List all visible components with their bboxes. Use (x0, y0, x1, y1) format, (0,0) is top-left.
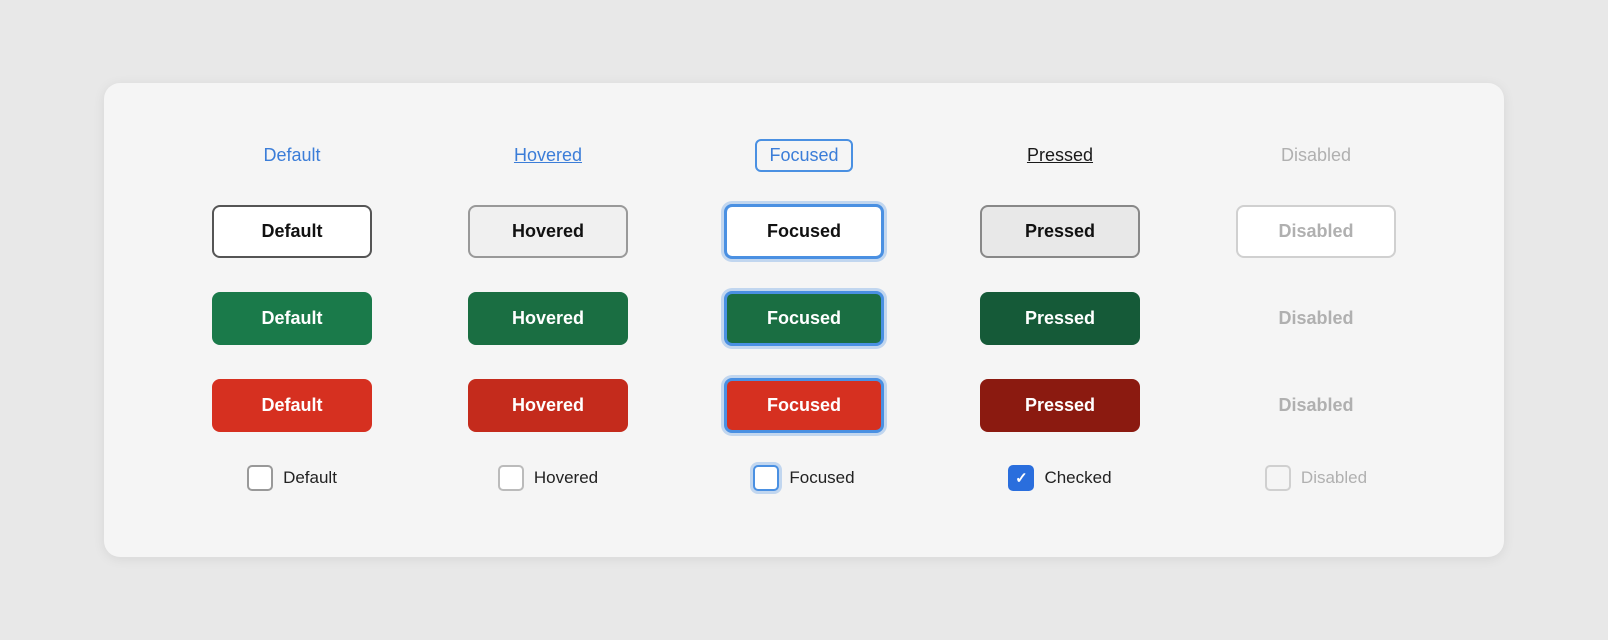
checkbox-checked-box[interactable]: ✓ (1008, 465, 1034, 491)
red-hovered-cell: Hovered (420, 363, 676, 448)
state-grid: Default Hovered Focused Pressed Disabled… (164, 123, 1444, 507)
checkbox-focused-box[interactable] (753, 465, 779, 491)
red-default-button[interactable]: Default (212, 379, 372, 432)
checkmark-icon: ✓ (1015, 471, 1028, 486)
outline-default-cell: Default (164, 189, 420, 274)
checkbox-disabled-box (1265, 465, 1291, 491)
checkbox-hovered-wrap[interactable]: Hovered (498, 465, 598, 491)
green-pressed-button[interactable]: Pressed (980, 292, 1140, 345)
checkbox-default-cell: Default (164, 449, 420, 507)
header-focused-label: Focused (755, 139, 852, 172)
header-cell-disabled: Disabled (1188, 129, 1444, 182)
header-cell-hovered: Hovered (420, 129, 676, 182)
outline-pressed-cell: Pressed (932, 189, 1188, 274)
checkbox-focused-cell: Focused (676, 449, 932, 507)
checkbox-focused-label: Focused (789, 468, 854, 488)
green-hovered-button[interactable]: Hovered (468, 292, 628, 345)
red-focused-button[interactable]: Focused (724, 378, 884, 433)
header-pressed-label: Pressed (1027, 145, 1093, 166)
green-hovered-cell: Hovered (420, 276, 676, 361)
green-default-button[interactable]: Default (212, 292, 372, 345)
red-pressed-cell: Pressed (932, 363, 1188, 448)
outline-disabled-button: Disabled (1236, 205, 1396, 258)
header-cell-focused: Focused (676, 123, 932, 188)
header-cell-default: Default (164, 129, 420, 182)
checkbox-focused-wrap[interactable]: Focused (753, 465, 854, 491)
checkbox-default-wrap[interactable]: Default (247, 465, 337, 491)
checkbox-checked-wrap[interactable]: ✓ Checked (1008, 465, 1111, 491)
red-hovered-button[interactable]: Hovered (468, 379, 628, 432)
checkbox-checked-cell: ✓ Checked (932, 449, 1188, 507)
outline-focused-button[interactable]: Focused (724, 204, 884, 259)
outline-hovered-button[interactable]: Hovered (468, 205, 628, 258)
checkbox-hovered-cell: Hovered (420, 449, 676, 507)
green-disabled-cell: Disabled (1188, 278, 1444, 359)
red-default-cell: Default (164, 363, 420, 448)
main-card: Default Hovered Focused Pressed Disabled… (104, 83, 1504, 557)
green-default-cell: Default (164, 276, 420, 361)
green-focused-button[interactable]: Focused (724, 291, 884, 346)
header-disabled-label: Disabled (1281, 145, 1351, 166)
header-hovered-label: Hovered (514, 145, 582, 166)
header-default-label: Default (263, 145, 320, 166)
red-focused-cell: Focused (676, 362, 932, 449)
checkbox-disabled-cell: Disabled (1188, 449, 1444, 507)
outline-pressed-button[interactable]: Pressed (980, 205, 1140, 258)
green-disabled-button: Disabled (1236, 294, 1396, 343)
header-cell-pressed: Pressed (932, 129, 1188, 182)
outline-disabled-cell: Disabled (1188, 189, 1444, 274)
green-focused-cell: Focused (676, 275, 932, 362)
outline-hovered-cell: Hovered (420, 189, 676, 274)
checkbox-default-box[interactable] (247, 465, 273, 491)
outline-focused-cell: Focused (676, 188, 932, 275)
checkbox-hovered-box[interactable] (498, 465, 524, 491)
green-pressed-cell: Pressed (932, 276, 1188, 361)
red-disabled-button: Disabled (1236, 381, 1396, 430)
checkbox-default-label: Default (283, 468, 337, 488)
red-disabled-cell: Disabled (1188, 365, 1444, 446)
checkbox-hovered-label: Hovered (534, 468, 598, 488)
outline-default-button[interactable]: Default (212, 205, 372, 258)
red-pressed-button[interactable]: Pressed (980, 379, 1140, 432)
checkbox-checked-label: Checked (1044, 468, 1111, 488)
checkbox-disabled-label: Disabled (1301, 468, 1367, 488)
checkbox-disabled-wrap: Disabled (1265, 465, 1367, 491)
